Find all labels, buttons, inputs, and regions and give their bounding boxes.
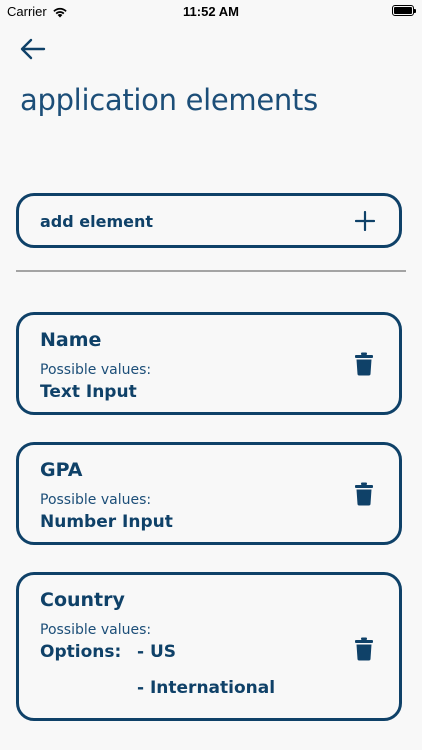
trash-icon[interactable]: [355, 482, 373, 506]
option-item: - International: [137, 678, 276, 698]
status-bar: Carrier 11:52 AM: [0, 0, 422, 24]
battery-icon: [392, 5, 416, 16]
add-element-button[interactable]: add element: [16, 193, 402, 248]
back-button[interactable]: [18, 36, 48, 62]
trash-icon[interactable]: [355, 352, 373, 376]
divider: [16, 270, 406, 272]
add-element-label: add element: [40, 212, 154, 231]
element-card-name: Name Possible values: Text Input: [16, 312, 402, 415]
element-value: Text Input: [40, 382, 137, 402]
option-item: - US: [137, 642, 177, 662]
possible-values-label: Possible values:: [40, 622, 152, 638]
page-title: application elements: [20, 83, 318, 117]
status-time: 11:52 AM: [183, 4, 239, 19]
trash-icon[interactable]: [355, 637, 373, 661]
possible-values-label: Possible values:: [40, 362, 152, 378]
plus-icon: [355, 211, 375, 231]
arrow-left-icon: [20, 38, 46, 60]
element-card-country: Country Possible values: Options: - US -…: [16, 572, 402, 721]
battery-level: [394, 7, 412, 14]
element-name: Name: [40, 329, 102, 351]
options-label: Options:: [40, 642, 122, 662]
element-card-gpa: GPA Possible values: Number Input: [16, 442, 402, 545]
element-name: Country: [40, 589, 125, 611]
possible-values-label: Possible values:: [40, 492, 152, 508]
element-name: GPA: [40, 459, 83, 481]
element-value: Number Input: [40, 512, 173, 532]
